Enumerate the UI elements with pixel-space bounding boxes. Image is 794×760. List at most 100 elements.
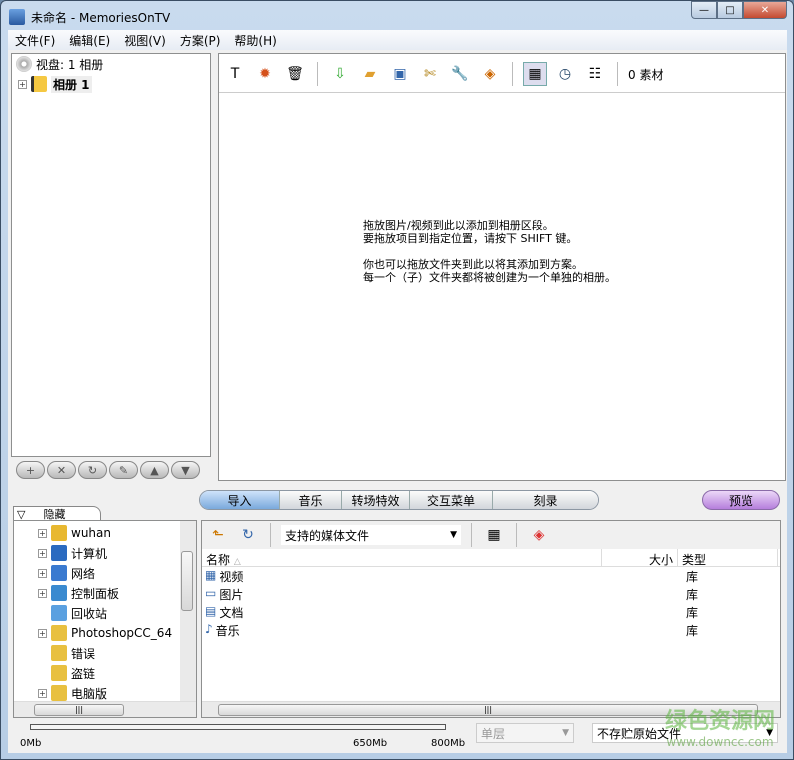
view-mode-icon[interactable]: ▦ xyxy=(482,523,506,547)
folder-icon xyxy=(51,525,67,541)
album-item[interactable]: 相册 1 xyxy=(51,75,92,93)
folder-vscroll[interactable] xyxy=(180,521,196,701)
folder-item[interactable]: + 控制面板 xyxy=(14,583,196,603)
folder-icon xyxy=(51,605,67,621)
tick-800mb: 800Mb xyxy=(431,738,466,749)
layer-select[interactable]: 单层 ▼ xyxy=(476,723,574,743)
media-area[interactable]: T ✹ 🗑 ⇩ ▰ ▣ ✄ 🔧 ◈ ▦ ◷ ☷ 0 素材 拖放图片/视频到此以添… xyxy=(218,53,786,481)
image-icon[interactable]: ▰ xyxy=(358,62,382,86)
settings-slide-icon[interactable]: ✹ xyxy=(253,62,277,86)
title-bar: 未命名 - MemoriesOnTV xyxy=(9,7,170,27)
file-row[interactable]: ♪ 音乐 库 xyxy=(202,621,780,639)
col-name[interactable]: 名称 △ xyxy=(202,549,602,567)
col-type[interactable]: 类型 xyxy=(678,549,778,567)
tab-music[interactable]: 音乐 xyxy=(280,491,342,509)
expand-icon[interactable]: + xyxy=(38,528,47,538)
folder-item[interactable]: + 计算机 xyxy=(14,543,196,563)
delete-album-button[interactable]: ✕ xyxy=(47,461,76,479)
folder-label: 电脑版 xyxy=(71,686,108,701)
menu-file[interactable]: 文件(F) xyxy=(8,32,62,49)
file-explorer[interactable]: ⬑ ↻ 支持的媒体文件 ▼ ▦ ◈ 名称 △ 大小 类型 ▦ 视频库 ▭ 图片库 ▤ 文档库… xyxy=(201,520,781,718)
effects-icon[interactable]: ◈ xyxy=(478,62,502,86)
up-folder-icon[interactable]: ⬑ xyxy=(206,523,230,547)
file-row[interactable]: ▤ 文档 库 xyxy=(202,603,780,621)
menu-project[interactable]: 方案(P) xyxy=(173,32,228,49)
folder-hscroll[interactable]: ||| xyxy=(14,701,196,717)
chevron-down-icon: ▼ xyxy=(766,728,773,738)
file-type: 库 xyxy=(686,569,699,584)
tab-burn[interactable]: 刻录 xyxy=(493,491,598,509)
add-album-button[interactable]: + xyxy=(16,461,45,479)
folder-label: 盗链 xyxy=(71,666,96,681)
thumbnail-view-icon[interactable]: ▦ xyxy=(523,62,547,86)
mode-tabs: 导入 音乐 转场特效 交互菜单 刻录 xyxy=(199,490,599,510)
file-name: 文档 xyxy=(219,605,244,620)
expand-icon[interactable]: + xyxy=(38,588,47,598)
tab-transitions[interactable]: 转场特效 xyxy=(342,491,410,509)
menu-help[interactable]: 帮助(H) xyxy=(227,32,283,49)
col-size[interactable]: 大小 xyxy=(602,549,678,567)
text-slide-icon[interactable]: T xyxy=(223,62,247,86)
list-view-icon[interactable]: ☷ xyxy=(583,62,607,86)
folder-icon xyxy=(51,565,67,581)
folder-item[interactable]: 回收站 xyxy=(14,603,196,623)
maximize-button[interactable]: □ xyxy=(717,1,743,19)
filter-value: 支持的媒体文件 xyxy=(285,528,370,543)
folder-item[interactable]: + PhotoshopCC_64 xyxy=(14,623,196,643)
col-name-label: 名称 xyxy=(206,553,231,567)
disc-label[interactable]: 视盘: 1 相册 xyxy=(36,56,103,73)
folder-label: PhotoshopCC_64 xyxy=(71,626,173,640)
move-up-button[interactable]: ▲ xyxy=(140,461,169,479)
capacity-bar xyxy=(30,724,446,730)
filter-select[interactable]: 支持的媒体文件 ▼ xyxy=(281,525,461,545)
expand-icon[interactable]: + xyxy=(38,568,47,578)
import-icon[interactable]: ⇩ xyxy=(328,62,352,86)
folder-item[interactable]: + wuhan xyxy=(14,523,196,543)
expand-icon[interactable]: + xyxy=(38,628,47,638)
expand-icon[interactable]: + xyxy=(18,79,27,89)
folder-item[interactable]: 盗链 xyxy=(14,663,196,683)
folder-label: 回收站 xyxy=(71,606,108,621)
hint-line: 拖放图片/视频到此以添加到相册区段。 xyxy=(363,219,554,232)
album-tree[interactable]: 视盘: 1 相册 + 相册 1 xyxy=(11,53,211,457)
edit-album-button[interactable]: ✎ xyxy=(109,461,138,479)
explorer-hscroll[interactable]: ||| xyxy=(202,701,780,717)
storage-select[interactable]: 不存贮原始文件 ▼ xyxy=(592,723,778,743)
preview-button[interactable]: 预览 xyxy=(702,490,780,510)
save-icon[interactable]: ▣ xyxy=(388,62,412,86)
folder-item[interactable]: + 网络 xyxy=(14,563,196,583)
hide-tab[interactable]: ▽ 隐藏 xyxy=(13,506,101,521)
chevron-down-icon: ▼ xyxy=(450,530,457,540)
picture-icon: ▭ xyxy=(205,585,217,600)
folder-item[interactable]: + 电脑版 xyxy=(14,683,196,703)
delete-icon[interactable]: 🗑 xyxy=(283,62,307,86)
folder-label: wuhan xyxy=(71,526,111,540)
refresh-icon[interactable]: ↻ xyxy=(236,523,260,547)
file-name: 图片 xyxy=(219,587,244,602)
expand-icon[interactable]: + xyxy=(38,548,47,558)
tick-650mb: 650Mb xyxy=(353,738,388,749)
file-type: 库 xyxy=(686,623,699,638)
wrench-icon[interactable]: 🔧 xyxy=(448,62,472,86)
expand-icon[interactable]: + xyxy=(38,688,47,698)
folder-icon xyxy=(51,545,67,561)
menu-bar: 文件(F) 编辑(E) 视图(V) 方案(P) 帮助(H) xyxy=(8,30,787,50)
minimize-button[interactable]: — xyxy=(691,1,717,19)
file-type: 库 xyxy=(686,605,699,620)
tools-icon[interactable]: ✄ xyxy=(418,62,442,86)
tab-menu[interactable]: 交互菜单 xyxy=(410,491,493,509)
file-row[interactable]: ▭ 图片 库 xyxy=(202,585,780,603)
timeline-view-icon[interactable]: ◷ xyxy=(553,62,577,86)
file-name: 音乐 xyxy=(215,623,240,638)
menu-edit[interactable]: 编辑(E) xyxy=(62,32,117,49)
remove-icon[interactable]: ◈ xyxy=(527,523,551,547)
tab-import[interactable]: 导入 xyxy=(200,491,280,509)
menu-view[interactable]: 视图(V) xyxy=(117,32,173,49)
move-down-button[interactable]: ▼ xyxy=(171,461,200,479)
folder-tree[interactable]: + wuhan + 计算机 + 网络 + 控制面板回收站 + PhotoshopCC_64 错误盗链… xyxy=(13,520,197,718)
refresh-album-button[interactable]: ↻ xyxy=(78,461,107,479)
file-row[interactable]: ▦ 视频 库 xyxy=(202,567,780,585)
folder-icon xyxy=(51,625,67,641)
close-button[interactable]: ✕ xyxy=(743,1,787,19)
folder-item[interactable]: 错误 xyxy=(14,643,196,663)
